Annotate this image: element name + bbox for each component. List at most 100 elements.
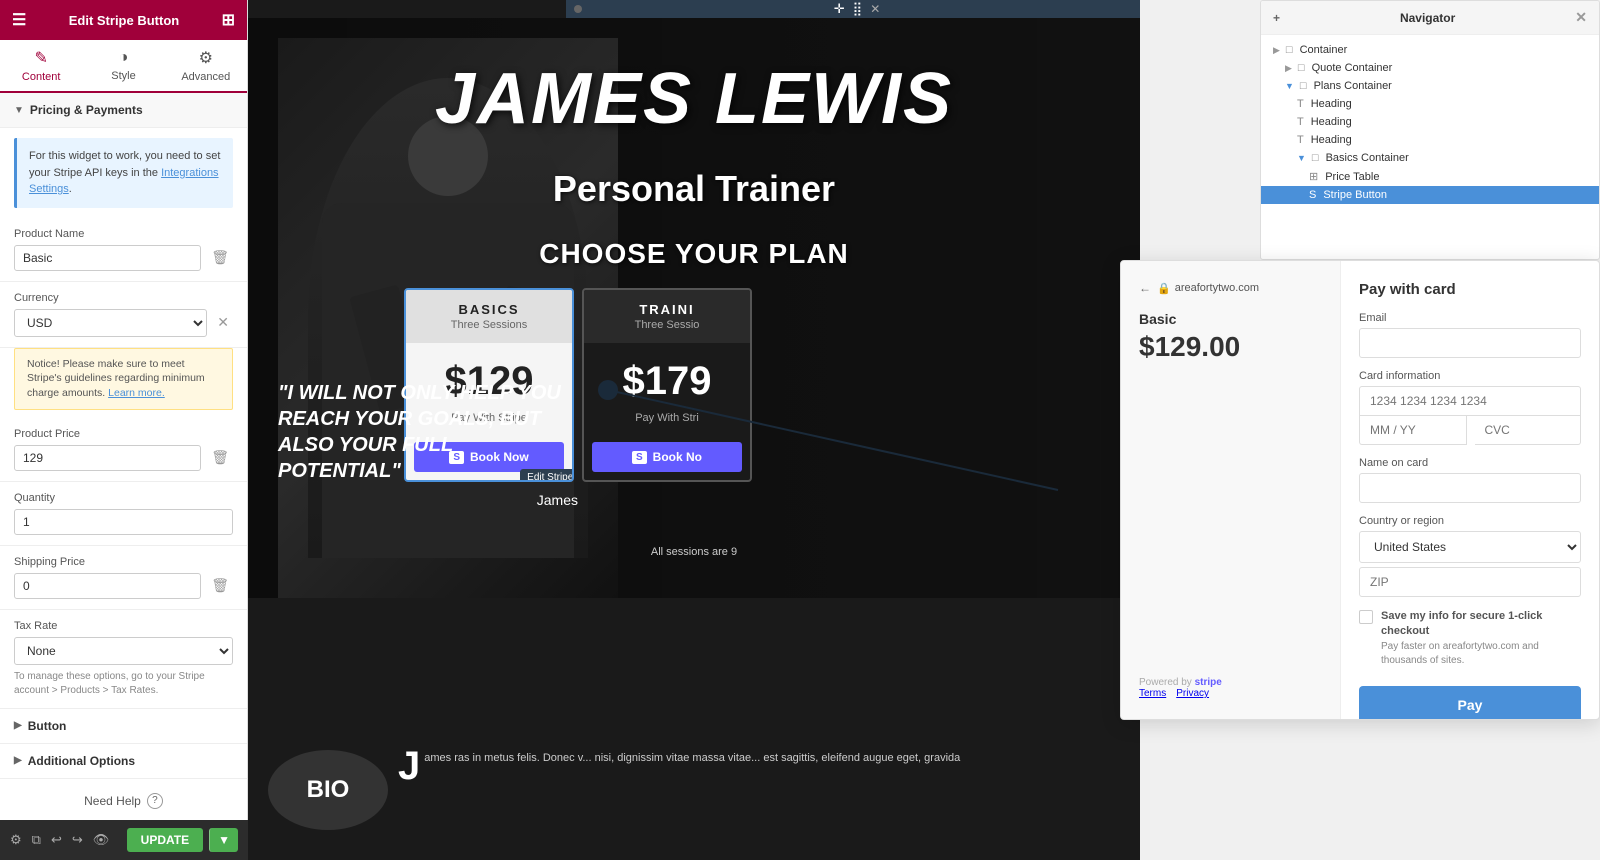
- shipping-price-label: Shipping Price: [14, 556, 233, 568]
- product-name-delete-icon[interactable]: 🗑: [207, 247, 233, 268]
- stripe-left-panel: ← 🔒 areafortytwo.com Basic $129.00 Power…: [1121, 261, 1341, 719]
- plan-training-name: TRAINI: [594, 302, 740, 317]
- bottom-bar-right: UPDATE ▼: [127, 828, 238, 852]
- nav-add-icon[interactable]: +: [1273, 11, 1280, 25]
- nav-plans-arrow: ▼: [1285, 81, 1294, 91]
- stripe-save-info-sub: Pay faster on areafortytwo.com and thous…: [1381, 640, 1581, 668]
- settings-icon[interactable]: ⚙: [10, 832, 22, 848]
- need-help-button[interactable]: Need Help ?: [0, 779, 247, 823]
- update-arrow-button[interactable]: ▼: [209, 828, 238, 852]
- nav-basics-icon: □: [1312, 152, 1319, 164]
- product-price-input[interactable]: [14, 445, 201, 471]
- button-section-arrow: ▶: [14, 720, 22, 731]
- panel-content: ▼ Pricing & Payments For this widget to …: [0, 93, 247, 860]
- stripe-expiry-input[interactable]: [1359, 416, 1467, 445]
- stripe-privacy-link[interactable]: Privacy: [1176, 688, 1209, 699]
- move-icon[interactable]: ✛: [834, 1, 845, 17]
- update-button[interactable]: UPDATE: [127, 828, 203, 852]
- additional-options-header[interactable]: ▶ Additional Options: [0, 744, 247, 778]
- nav-quote-icon: □: [1298, 62, 1305, 74]
- stripe-product-name: Basic: [1139, 311, 1322, 327]
- nav-stripe-icon: S: [1309, 189, 1316, 201]
- eye-icon[interactable]: 👁: [93, 832, 110, 848]
- currency-select[interactable]: USD: [14, 309, 207, 337]
- stripe-country-label: Country or region: [1359, 515, 1581, 527]
- notice-box: Notice! Please make sure to meet Stripe'…: [14, 348, 233, 410]
- nav-price-table-icon: ⊞: [1309, 170, 1318, 183]
- navigator-title: Navigator: [1400, 11, 1455, 25]
- quote-section: "I WILL NOT ONLY HELP YOU REACH YOUR GOA…: [278, 380, 578, 508]
- stripe-terms-link[interactable]: Terms: [1139, 688, 1166, 699]
- plan-basics-sessions: Three Sessions: [416, 319, 562, 331]
- tax-rate-select[interactable]: None: [14, 637, 233, 665]
- help-icon: ?: [147, 793, 163, 809]
- nav-item-stripe-button[interactable]: S Stripe Button: [1261, 186, 1599, 204]
- plan-training-book-btn[interactable]: S Book No: [592, 442, 742, 472]
- additional-options-label: Additional Options: [28, 754, 135, 768]
- advanced-tab-icon: ⚙: [199, 48, 213, 68]
- drag-icon[interactable]: ⣿: [853, 1, 863, 17]
- undo-icon[interactable]: ↩: [51, 832, 62, 848]
- canvas-close-icon[interactable]: ✕: [870, 2, 880, 16]
- nav-item-container[interactable]: ▶ □ Container: [1261, 41, 1599, 59]
- plan-training-btn-area: S Book No: [584, 434, 750, 480]
- button-section: ▶ Button: [0, 709, 247, 744]
- panel-title: Edit Stripe Button: [69, 13, 180, 28]
- bottom-bar-icons: ⚙ ⧉ ↩ ↪ 👁: [10, 832, 109, 848]
- learn-more-link[interactable]: Learn more.: [108, 387, 165, 399]
- stripe-email-label: Email: [1359, 312, 1581, 324]
- stripe-email-field: Email: [1359, 312, 1581, 358]
- stripe-zip-input[interactable]: [1359, 567, 1581, 597]
- stripe-card-info-field: Card information: [1359, 370, 1581, 445]
- stripe-country-field: Country or region United States: [1359, 515, 1581, 597]
- stripe-name-field: Name on card: [1359, 457, 1581, 503]
- additional-options-arrow: ▶: [14, 755, 22, 766]
- nav-item-basics-container[interactable]: ▼ □ Basics Container: [1261, 149, 1599, 167]
- style-tab-label: Style: [111, 70, 135, 82]
- stripe-product-price: $129.00: [1139, 331, 1322, 363]
- navigator-close-icon[interactable]: ✕: [1575, 9, 1587, 26]
- nav-plans-icon: □: [1300, 80, 1307, 92]
- navigator-header: + Navigator ✕: [1261, 1, 1599, 35]
- pricing-section-arrow: ▼: [14, 105, 24, 116]
- stripe-pay-button[interactable]: Pay: [1359, 686, 1581, 719]
- navigator-tree: ▶ □ Container ▶ □ Quote Container ▼ □ Pl…: [1261, 35, 1599, 210]
- nav-item-price-table[interactable]: ⊞ Price Table: [1261, 167, 1599, 186]
- currency-clear-icon[interactable]: ✕: [213, 312, 233, 333]
- redo-icon[interactable]: ↪: [72, 832, 83, 848]
- stripe-country-select[interactable]: United States: [1359, 531, 1581, 563]
- nav-item-plans-container[interactable]: ▼ □ Plans Container: [1261, 77, 1599, 95]
- pricing-section-header[interactable]: ▼ Pricing & Payments: [0, 93, 247, 128]
- nav-item-heading-2[interactable]: T Heading: [1261, 113, 1599, 131]
- nav-item-quote-container[interactable]: ▶ □ Quote Container: [1261, 59, 1599, 77]
- stripe-name-input[interactable]: [1359, 473, 1581, 503]
- stripe-card-number-input[interactable]: [1359, 386, 1581, 416]
- stripe-form-title: Pay with card: [1359, 281, 1581, 298]
- nav-container-label: Container: [1300, 44, 1348, 56]
- product-name-label: Product Name: [14, 228, 233, 240]
- hamburger-icon[interactable]: ☰: [12, 10, 26, 30]
- stripe-cvc-input[interactable]: [1475, 416, 1582, 445]
- quantity-input[interactable]: [14, 509, 233, 535]
- button-section-header[interactable]: ▶ Button: [0, 709, 247, 743]
- shipping-price-clear-icon[interactable]: 🗑: [207, 575, 233, 596]
- stripe-save-info-checkbox[interactable]: [1359, 610, 1373, 624]
- currency-field: Currency USD ✕: [0, 282, 247, 348]
- tab-advanced[interactable]: ⚙ Advanced: [165, 40, 247, 91]
- tab-style[interactable]: ◑ Style: [82, 40, 164, 91]
- nav-item-heading-1[interactable]: T Heading: [1261, 95, 1599, 113]
- shipping-price-input[interactable]: [14, 573, 201, 599]
- canvas-bottom-section: BIO J ames ras in metus felis. Donec v..…: [248, 730, 1140, 860]
- stripe-email-input[interactable]: [1359, 328, 1581, 358]
- stripe-left-header: ← 🔒 areafortytwo.com: [1139, 281, 1322, 295]
- product-price-clear-icon[interactable]: 🗑: [207, 447, 233, 468]
- tab-content[interactable]: ✎ Content: [0, 40, 82, 93]
- nav-item-heading-3[interactable]: T Heading: [1261, 131, 1599, 149]
- product-name-input[interactable]: [14, 245, 201, 271]
- grid-icon[interactable]: ⊞: [222, 10, 235, 30]
- hero-section: JAMES LEWIS Personal Trainer Choose your…: [248, 18, 1140, 598]
- stripe-save-info-label: Save my info for secure 1-click checkout: [1381, 609, 1581, 640]
- layers-icon[interactable]: ⧉: [32, 832, 41, 848]
- style-tab-icon: ◑: [119, 49, 129, 67]
- stripe-back-button[interactable]: ←: [1139, 281, 1151, 295]
